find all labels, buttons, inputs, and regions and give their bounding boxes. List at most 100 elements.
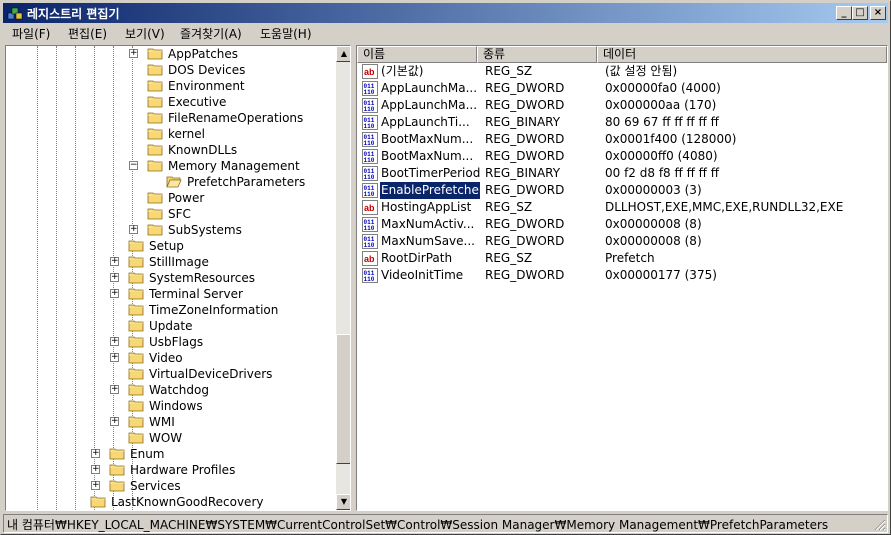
- value-data: 0x00000008 (8): [605, 217, 702, 231]
- scroll-thumb[interactable]: [336, 334, 350, 464]
- minimize-button[interactable]: _: [836, 6, 852, 20]
- value-row[interactable]: 011 110 AppLaunchMa... REG_DWORD 0x000000aa …: [357, 97, 887, 114]
- tree-node-label: Video: [149, 351, 183, 365]
- svg-text:110: 110: [364, 191, 375, 198]
- svg-text:110: 110: [364, 140, 375, 147]
- value-row[interactable]: 011 110 AppLaunchMa... REG_DWORD 0x00000fa0 …: [357, 80, 887, 97]
- collapse-icon[interactable]: −: [129, 161, 138, 170]
- scroll-up-button[interactable]: ▲: [336, 46, 350, 62]
- status-bar: 내 컴퓨터₩HKEY_LOCAL_MACHINE₩SYSTEM₩CurrentC…: [3, 514, 888, 533]
- value-type: REG_DWORD: [485, 98, 565, 112]
- value-data: 0x00000fa0 (4000): [605, 81, 721, 95]
- svg-text:110: 110: [364, 89, 375, 96]
- tree-node-label: LastKnownGoodRecovery: [111, 495, 264, 509]
- tree-node-label: Windows: [149, 399, 203, 413]
- resize-grip-icon[interactable]: [874, 519, 886, 531]
- expand-icon[interactable]: +: [110, 273, 119, 282]
- svg-text:110: 110: [364, 174, 375, 181]
- value-type: REG_DWORD: [485, 268, 565, 282]
- value-type: REG_BINARY: [485, 166, 561, 180]
- menu-file[interactable]: 파일(F): [12, 25, 50, 42]
- registry-editor-window: 레지스트리 편집기 _ □ × 파일(F) 편집(E) 보기(V) 즐겨찾기(A…: [0, 0, 891, 535]
- value-name: VideoInitTime: [381, 268, 464, 282]
- values-list-pane[interactable]: 이름 종류 데이터 ab (기본값) REG_SZ (값 설정 안됨) 011 110 Ap…: [356, 45, 888, 511]
- value-row[interactable]: 011 110 AppLaunchTi... REG_BINARY 80 69 67 f…: [357, 114, 887, 131]
- value-row[interactable]: 011 110 MaxNumActiv... REG_DWORD 0x00000008 …: [357, 216, 887, 233]
- tree-node-label: Memory Management: [168, 159, 300, 173]
- value-name: AppLaunchMa...: [381, 81, 478, 95]
- value-type: REG_BINARY: [485, 115, 561, 129]
- tree-node-label: UsbFlags: [149, 335, 204, 349]
- tree-node-label: DOS Devices: [168, 63, 246, 77]
- column-header-name[interactable]: 이름: [357, 46, 477, 63]
- menu-favorites[interactable]: 즐겨찾기(A): [180, 25, 242, 42]
- status-path: 내 컴퓨터₩HKEY_LOCAL_MACHINE₩SYSTEM₩CurrentC…: [7, 518, 829, 532]
- expand-icon[interactable]: +: [91, 449, 100, 458]
- value-type: REG_SZ: [485, 200, 533, 214]
- value-type: REG_DWORD: [485, 183, 565, 197]
- value-type: REG_SZ: [485, 64, 533, 78]
- tree-node-label: SubSystems: [168, 223, 242, 237]
- value-data: Prefetch: [605, 251, 655, 265]
- value-row[interactable]: ab RootDirPath REG_SZ Prefetch: [357, 250, 887, 267]
- menu-help[interactable]: 도움말(H): [260, 25, 312, 42]
- svg-text:110: 110: [364, 242, 375, 249]
- tree-node-label: TimeZoneInformation: [149, 303, 279, 317]
- close-button[interactable]: ×: [870, 6, 886, 20]
- value-row[interactable]: 011 110 MaxNumSave... REG_DWORD 0x00000008 (…: [357, 233, 887, 250]
- svg-text:ab: ab: [364, 67, 375, 77]
- expand-icon[interactable]: +: [110, 385, 119, 394]
- value-name: AppLaunchMa...: [381, 98, 478, 112]
- tree-node-label: Enum: [130, 447, 165, 461]
- tree-node-label: kernel: [168, 127, 205, 141]
- value-row[interactable]: 011 110 BootMaxNum... REG_DWORD 0x0001f400 (…: [357, 131, 887, 148]
- expand-icon[interactable]: +: [129, 225, 138, 234]
- tree-node-label: FileRenameOperations: [168, 111, 304, 125]
- value-name: BootTimerPeriod: [381, 166, 480, 180]
- value-name: RootDirPath: [381, 251, 453, 265]
- maximize-button[interactable]: □: [852, 6, 868, 20]
- value-name: MaxNumSave...: [381, 234, 475, 248]
- svg-text:110: 110: [364, 276, 375, 283]
- tree-node-label: StillImage: [149, 255, 209, 269]
- svg-text:110: 110: [364, 157, 375, 164]
- tree-node-label: SystemResources: [149, 271, 256, 285]
- tree-connector-line: [94, 46, 95, 510]
- tree-scrollbar[interactable]: ▲ ▼: [336, 46, 350, 510]
- svg-text:110: 110: [364, 225, 375, 232]
- value-row[interactable]: ab (기본값) REG_SZ (값 설정 안됨): [357, 63, 887, 80]
- value-row[interactable]: 011 110 BootMaxNum... REG_DWORD 0x00000ff0 (…: [357, 148, 887, 165]
- value-row[interactable]: ab HostingAppList REG_SZ DLLHOST,EXE,MMC,EX…: [357, 199, 887, 216]
- value-data: 0x00000ff0 (4080): [605, 149, 718, 163]
- svg-text:ab: ab: [364, 254, 375, 264]
- menu-edit[interactable]: 편집(E): [68, 25, 107, 42]
- value-row[interactable]: 011 110 VideoInitTime REG_DWORD 0x00000177 (…: [357, 267, 887, 284]
- expand-icon[interactable]: +: [110, 289, 119, 298]
- expand-icon[interactable]: +: [110, 337, 119, 346]
- value-row[interactable]: 011 110 EnablePrefetcher REG_DWORD 0x0000000…: [357, 181, 887, 200]
- value-data: 0x00000008 (8): [605, 234, 702, 248]
- key-tree-pane[interactable]: + AppPatches DOS Devices Environment Executi…: [5, 45, 351, 511]
- expand-icon[interactable]: +: [110, 257, 119, 266]
- column-header-data[interactable]: 데이터: [597, 46, 887, 63]
- expand-icon[interactable]: +: [110, 353, 119, 362]
- expand-icon[interactable]: +: [129, 49, 138, 58]
- value-row[interactable]: 011 110 BootTimerPeriod REG_BINARY 00 f2 d8 …: [357, 165, 887, 182]
- tree-connector-line: [37, 46, 38, 510]
- title-bar[interactable]: 레지스트리 편집기 _ □ ×: [3, 3, 888, 23]
- expand-icon[interactable]: +: [91, 465, 100, 474]
- value-name: EnablePrefetcher: [379, 181, 481, 200]
- tree-node-label: Executive: [168, 95, 227, 109]
- value-type: REG_DWORD: [485, 217, 565, 231]
- expand-icon[interactable]: +: [110, 417, 119, 426]
- registry-editor-icon: [7, 7, 23, 20]
- tree-node-label: Watchdog: [149, 383, 209, 397]
- menu-view[interactable]: 보기(V): [125, 25, 165, 42]
- expand-icon[interactable]: +: [91, 481, 100, 490]
- tree-node-label: Environment: [168, 79, 245, 93]
- scroll-down-button[interactable]: ▼: [336, 494, 350, 510]
- column-header-type[interactable]: 종류: [477, 46, 597, 63]
- tree-node-label: Power: [168, 191, 205, 205]
- tree-node-label: WOW: [149, 431, 183, 445]
- value-name: MaxNumActiv...: [381, 217, 475, 231]
